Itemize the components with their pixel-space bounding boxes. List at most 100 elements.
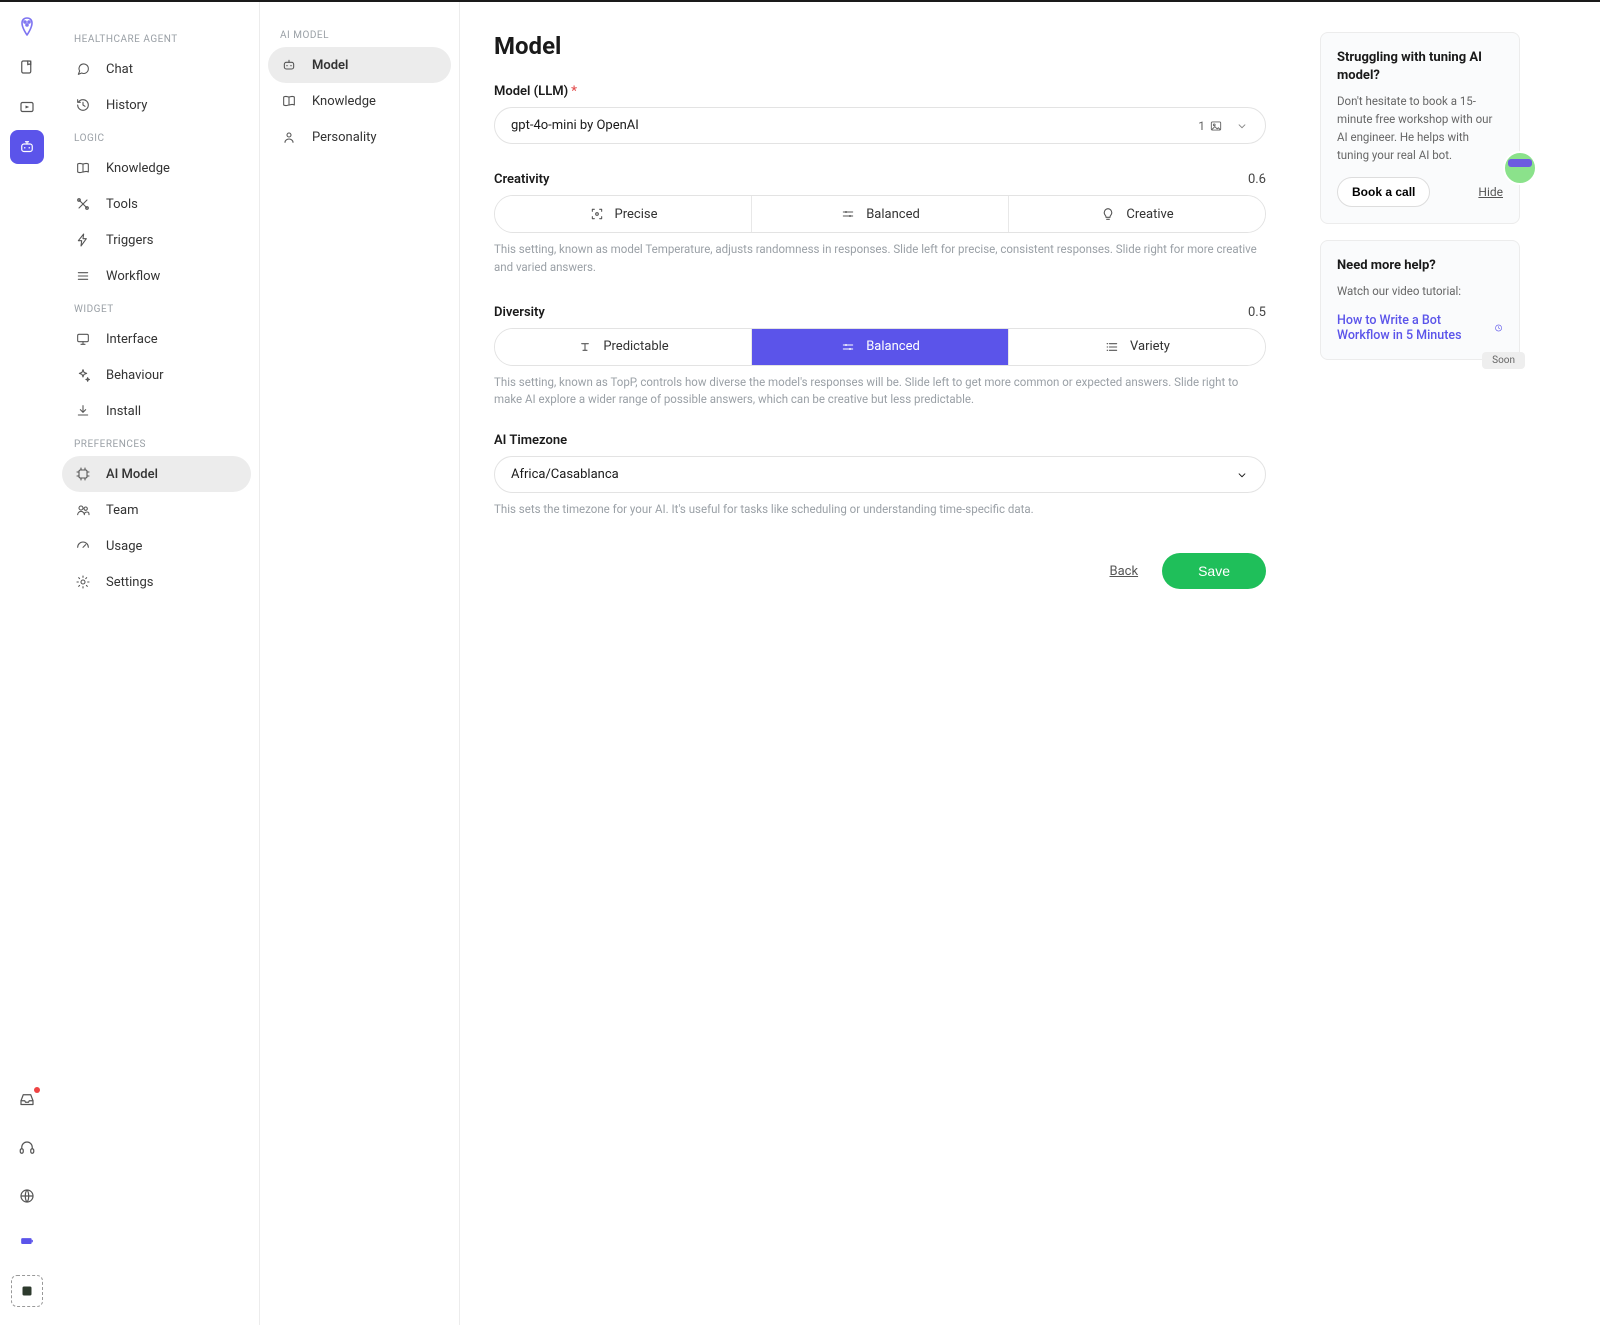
subnav-item-label: Knowledge	[312, 94, 376, 109]
timezone-value: Africa/Casablanca	[511, 467, 619, 482]
app-logo[interactable]	[14, 14, 40, 40]
subnav-item-knowledge[interactable]: Knowledge	[268, 83, 451, 119]
chip-icon	[74, 465, 92, 483]
timezone-label: AI Timezone	[494, 433, 567, 448]
person-icon	[280, 128, 298, 146]
sidebar-item-settings[interactable]: Settings	[62, 564, 251, 600]
timezone-select[interactable]: Africa/Casablanca	[494, 456, 1266, 493]
app-rail	[0, 2, 54, 1325]
chat-icon	[74, 60, 92, 78]
sidebar-item-label: Workflow	[106, 269, 160, 284]
creativity-option-creative[interactable]: Creative	[1009, 196, 1265, 232]
gauge-icon	[74, 537, 92, 555]
rail-item-agent[interactable]	[10, 130, 44, 164]
subnav-item-personality[interactable]: Personality	[268, 119, 451, 155]
sidebar-item-team[interactable]: Team	[62, 492, 251, 528]
tutorial-link[interactable]: How to Write a Bot Workflow in 5 Minutes	[1337, 313, 1503, 343]
sidebar-item-triggers[interactable]: Triggers	[62, 222, 251, 258]
sidebar-item-usage[interactable]: Usage	[62, 528, 251, 564]
back-button[interactable]: Back	[1110, 564, 1139, 579]
creativity-option-balanced[interactable]: Balanced	[752, 196, 1009, 232]
sidebar-item-workflow[interactable]: Workflow	[62, 258, 251, 294]
diversity-segmented: Predictable Balanced Variety	[494, 328, 1266, 366]
sidebar-item-label: Settings	[106, 575, 153, 590]
help-card-tutorial: Need more help? Watch our video tutorial…	[1320, 240, 1520, 360]
sidebar-item-label: Interface	[106, 332, 158, 347]
model-field-label: Model (LLM) *	[494, 84, 1266, 99]
diversity-option-balanced[interactable]: Balanced	[752, 329, 1009, 365]
soon-badge: Soon	[1482, 352, 1525, 369]
sidebar-item-tools[interactable]: Tools	[62, 186, 251, 222]
sidebar-item-label: Team	[106, 503, 139, 518]
card-title: Need more help?	[1337, 257, 1503, 275]
diversity-option-predictable[interactable]: Predictable	[495, 329, 752, 365]
sidebar-item-install[interactable]: Install	[62, 393, 251, 429]
sidebar-item-label: AI Model	[106, 467, 158, 482]
rail-item-support[interactable]	[10, 1131, 44, 1165]
rail-item-battery[interactable]	[10, 1227, 44, 1261]
rail-item-video[interactable]	[10, 90, 44, 124]
segment-label: Balanced	[866, 207, 920, 222]
history-icon	[74, 96, 92, 114]
creativity-segmented: Precise Balanced Creative	[494, 195, 1266, 233]
bulb-icon	[1100, 206, 1116, 222]
main-content: Model Model (LLM) * gpt-4o-mini by OpenA…	[460, 2, 1300, 1325]
page-title: Model	[494, 32, 1266, 60]
group-label-agent: HEALTHCARE AGENT	[62, 28, 251, 51]
creativity-option-precise[interactable]: Precise	[495, 196, 752, 232]
sidebar-item-label: Knowledge	[106, 161, 170, 176]
creativity-helper: This setting, known as model Temperature…	[494, 241, 1266, 277]
rail-item-globe[interactable]	[10, 1179, 44, 1213]
book-call-button[interactable]: Book a call	[1337, 177, 1430, 207]
sidebar-item-history[interactable]: History	[62, 87, 251, 123]
download-icon	[74, 402, 92, 420]
segment-label: Precise	[615, 207, 658, 222]
hide-card-link[interactable]: Hide	[1478, 185, 1503, 199]
sidebar-item-label: Triggers	[106, 233, 153, 248]
required-asterisk: *	[571, 84, 577, 99]
knowledge-icon	[74, 159, 92, 177]
chevron-down-icon	[1235, 119, 1249, 133]
subnav-item-label: Model	[312, 58, 348, 73]
model-select[interactable]: gpt-4o-mini by OpenAI 1	[494, 107, 1266, 144]
subnav-item-model[interactable]: Model	[268, 47, 451, 83]
diversity-value: 0.5	[1248, 305, 1266, 320]
sidebar-item-chat[interactable]: Chat	[62, 51, 251, 87]
sidebar-item-label: History	[106, 98, 147, 113]
sidebar-item-label: Chat	[106, 62, 133, 77]
sidebar-item-behaviour[interactable]: Behaviour	[62, 357, 251, 393]
sliders-icon	[840, 206, 856, 222]
sidebar-item-ai-model[interactable]: AI Model	[62, 456, 251, 492]
ninja-avatar-icon	[1503, 151, 1537, 185]
clock-icon	[1494, 321, 1503, 335]
sliders-icon	[840, 339, 856, 355]
book-icon	[280, 92, 298, 110]
card-body: Don't hesitate to book a 15-minute free …	[1337, 93, 1503, 164]
image-icon	[1209, 119, 1223, 133]
workflow-icon	[74, 267, 92, 285]
type-icon	[577, 339, 593, 355]
rail-item-avatar[interactable]	[11, 1275, 43, 1307]
rail-item-inbox[interactable]	[10, 1083, 44, 1117]
notification-dot	[34, 1087, 40, 1093]
sparkle-icon	[74, 366, 92, 384]
tools-icon	[74, 195, 92, 213]
list-icon	[1104, 339, 1120, 355]
creativity-value: 0.6	[1248, 172, 1266, 187]
creativity-label: Creativity	[494, 172, 550, 187]
team-icon	[74, 501, 92, 519]
sidebar-item-interface[interactable]: Interface	[62, 321, 251, 357]
diversity-option-variety[interactable]: Variety	[1009, 329, 1265, 365]
gear-icon	[74, 573, 92, 591]
chevron-down-icon	[1235, 468, 1249, 482]
sidebar-item-knowledge[interactable]: Knowledge	[62, 150, 251, 186]
right-column: Struggling with tuning AI model? Don't h…	[1300, 2, 1540, 1325]
group-label-widget: WIDGET	[62, 298, 251, 321]
sidebar-item-label: Behaviour	[106, 368, 164, 383]
sidebar-item-label: Usage	[106, 539, 142, 554]
rail-item-docs[interactable]	[10, 50, 44, 84]
save-button[interactable]: Save	[1162, 553, 1266, 589]
ai-model-subnav: AI MODEL Model Knowledge Personality	[260, 2, 460, 1325]
timezone-helper: This sets the timezone for your AI. It's…	[494, 501, 1266, 519]
subnav-label: AI MODEL	[268, 24, 451, 47]
